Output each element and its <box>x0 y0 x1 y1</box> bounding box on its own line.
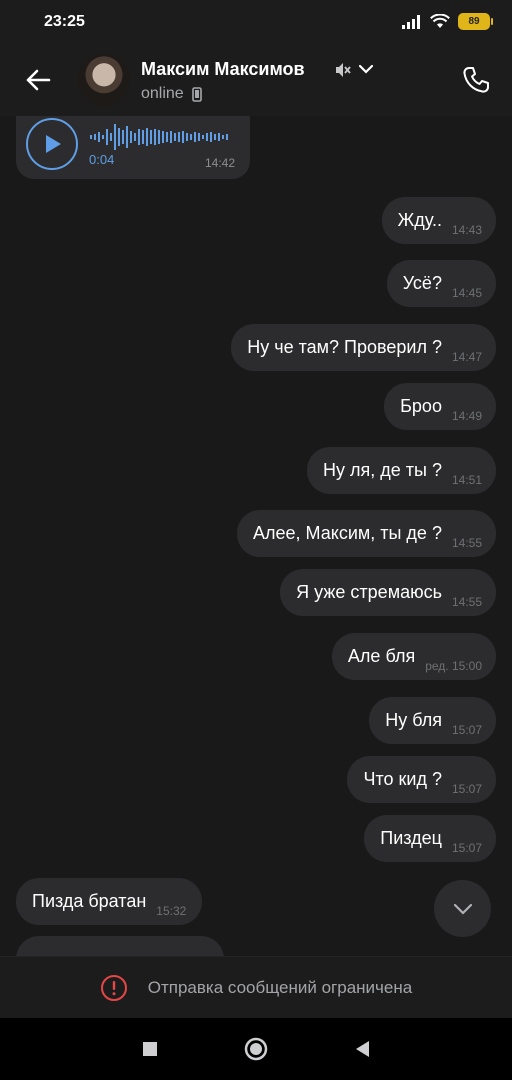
square-icon <box>143 1042 157 1056</box>
message-time: 14:47 <box>451 349 482 364</box>
circle-icon <box>244 1037 268 1061</box>
voice-message[interactable]: 0:04 14:42 <box>16 116 250 179</box>
recents-button[interactable] <box>134 1033 166 1065</box>
chevron-down-icon[interactable] <box>358 63 374 75</box>
message-bubble[interactable]: Усё? 14:45 <box>386 260 496 307</box>
message-text: Ну че там? Проверил ? <box>247 337 442 357</box>
message-bubble[interactable]: Але бля ред. 15:00 <box>331 633 496 680</box>
message-time: 14:43 <box>451 222 482 237</box>
message-text: Ну ля, де ты ? <box>323 460 442 480</box>
contact-avatar[interactable] <box>78 54 130 106</box>
scroll-down-button[interactable] <box>434 880 491 937</box>
status-icons: 89 <box>402 13 493 30</box>
message-time: ред. 15:00 <box>425 658 482 673</box>
message-bubble-partial[interactable] <box>16 936 224 956</box>
chat-messages[interactable]: 0:04 14:42 Жду.. 14:43 Усё? 14:45 Ну че … <box>0 116 512 956</box>
message-bubble[interactable]: Ну ля, де ты ? 14:51 <box>307 447 496 494</box>
message-text: Пиздец <box>380 828 442 848</box>
wifi-icon <box>430 14 450 28</box>
phone-call-icon <box>463 67 489 93</box>
message-text: Алее, Максим, ты де ? <box>253 523 442 543</box>
contact-name[interactable]: Максим Максимов <box>141 59 305 80</box>
restricted-text: Отправка сообщений ограничена <box>147 977 413 997</box>
message-text: Але бля <box>347 646 416 666</box>
exclamation-circle-icon <box>100 974 127 1001</box>
message-text: Пизда братан <box>32 891 147 911</box>
phone-device-icon <box>191 86 202 102</box>
message-bubble[interactable]: Пизда братан 15:32 <box>16 878 203 925</box>
message-text: Броо <box>400 396 442 416</box>
message-bubble[interactable]: Пиздец 15:07 <box>364 815 496 862</box>
status-time: 23:25 <box>44 13 85 30</box>
chat-header: Максим Максимов online <box>0 44 512 116</box>
message-text: Что кид ? <box>363 769 442 789</box>
muted-speaker-icon <box>336 63 351 77</box>
message-bubble[interactable]: Жду.. 14:43 <box>381 197 496 244</box>
message-bubble[interactable]: Броо 14:49 <box>384 383 496 430</box>
waveform[interactable] <box>90 120 230 154</box>
voice-time: 14:42 <box>204 156 235 170</box>
message-time: 15:32 <box>156 903 187 918</box>
message-time: 14:55 <box>451 535 482 550</box>
message-bubble[interactable]: Ну бля 15:07 <box>369 697 496 744</box>
contact-status: online <box>141 85 202 103</box>
signal-icon <box>402 14 420 29</box>
message-time: 15:07 <box>451 781 482 796</box>
system-nav-bar <box>0 1018 512 1080</box>
nav-back-button[interactable] <box>346 1033 378 1065</box>
message-text: Я уже стремаюсь <box>296 582 442 602</box>
chevron-down-icon <box>453 903 472 915</box>
restricted-banner: Отправка сообщений ограничена <box>0 956 512 1018</box>
message-text: Ну бля <box>385 710 442 730</box>
message-time: 14:51 <box>451 472 482 487</box>
message-bubble[interactable]: Алее, Максим, ты де ? 14:55 <box>237 510 496 557</box>
battery-icon: 89 <box>458 13 493 30</box>
back-button[interactable] <box>18 60 58 100</box>
status-bar: 23:25 89 <box>0 0 512 44</box>
message-time: 15:07 <box>451 840 482 855</box>
message-bubble[interactable]: Я уже стремаюсь 14:55 <box>280 569 496 616</box>
message-text: Жду.. <box>397 210 442 230</box>
message-time: 15:07 <box>451 722 482 737</box>
message-bubble[interactable]: Что кид ? 15:07 <box>347 756 496 803</box>
message-time: 14:49 <box>451 408 482 423</box>
message-time: 14:45 <box>451 285 482 300</box>
voice-duration: 0:04 <box>89 152 115 167</box>
message-text: Усё? <box>402 273 442 293</box>
home-button[interactable] <box>240 1033 272 1065</box>
message-time: 14:55 <box>451 594 482 609</box>
play-button[interactable] <box>26 118 78 170</box>
play-icon <box>46 135 61 153</box>
status-text: online <box>141 85 184 102</box>
arrow-left-icon <box>26 69 51 91</box>
message-bubble[interactable]: Ну че там? Проверил ? 14:47 <box>231 324 496 371</box>
call-button[interactable] <box>458 62 494 98</box>
triangle-back-icon <box>356 1041 369 1057</box>
